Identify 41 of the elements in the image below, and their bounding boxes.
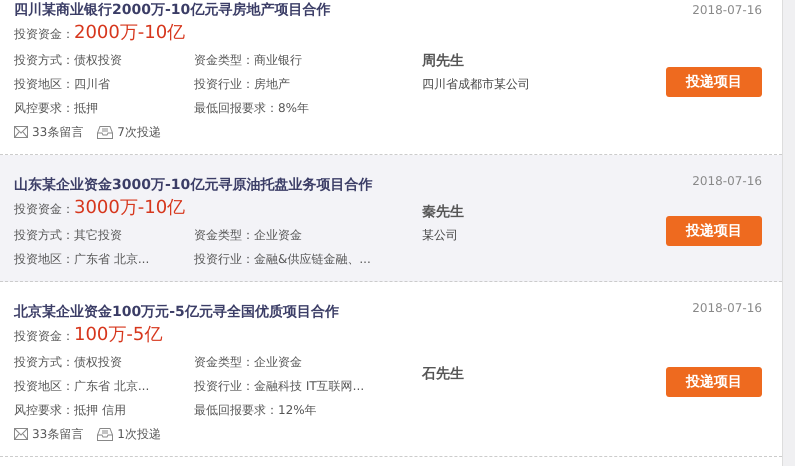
- comment-count: 33条留言: [32, 426, 84, 442]
- field-text: 最低回报要求：8%年: [194, 100, 310, 117]
- inbox-icon: [97, 126, 114, 138]
- field-text: 投资地区：四川省: [14, 76, 111, 93]
- amount-value: 3000万-10亿: [74, 196, 186, 219]
- post-date: 2018-07-16: [692, 300, 762, 317]
- project-title[interactable]: 山东某企业资金3000万-10亿元寻原油托盘业务项目合作: [14, 175, 422, 195]
- amount-value: 100万-5亿: [74, 323, 162, 346]
- field-text: 风控要求：抵押: [14, 100, 99, 117]
- project-title[interactable]: 北京某企业资金100万元-5亿元寻全国优质项目合作: [14, 302, 422, 322]
- amount-value: 2000万-10亿: [74, 21, 186, 44]
- field-text: 投资方式：其它投资: [14, 227, 123, 244]
- field-text: 投资行业：金融科技 IT互联网...: [194, 378, 366, 395]
- contact-name: 石先生: [422, 365, 465, 383]
- field-label: 投资资金：: [14, 26, 74, 43]
- contact-name: 周先生: [422, 52, 465, 70]
- field-text: 风控要求：抵押 信用: [14, 402, 127, 419]
- post-date: 2018-07-16: [692, 173, 762, 190]
- field-label: 投资资金：: [14, 201, 74, 218]
- company-name: 某公司: [422, 226, 459, 244]
- delivery-count: 1次投递: [117, 426, 161, 442]
- envelope-icon: [14, 428, 28, 440]
- field-text: 资金类型：企业资金: [194, 227, 303, 244]
- project-title[interactable]: 四川某商业银行2000万-10亿元寻房地产项目合作: [14, 0, 422, 20]
- field-text: 投资方式：债权投资: [14, 52, 123, 69]
- field-text: 资金类型：企业资金: [194, 354, 303, 371]
- inbox-icon: [97, 428, 114, 440]
- field-text: 投资行业：金融&供应链金融、...: [194, 251, 372, 268]
- field-text: 投资地区：广东省 北京...: [14, 378, 150, 395]
- field-text: 投资行业：房地产: [194, 76, 291, 93]
- field-text: 最低回报要求：12%年: [194, 402, 318, 419]
- post-date: 2018-07-16: [692, 2, 762, 19]
- envelope-icon: [14, 126, 28, 138]
- field-text: 资金类型：商业银行: [194, 52, 303, 69]
- comment-count: 33条留言: [32, 124, 84, 140]
- contact-name: 秦先生: [422, 202, 465, 220]
- field-text: 投资方式：债权投资: [14, 354, 123, 371]
- field-text: 投资地区：广东省 北京...: [14, 251, 150, 268]
- field-label: 投资资金：: [14, 328, 74, 345]
- delivery-count: 7次投递: [117, 124, 161, 140]
- company-name: 四川省成都市某公司: [422, 76, 531, 92]
